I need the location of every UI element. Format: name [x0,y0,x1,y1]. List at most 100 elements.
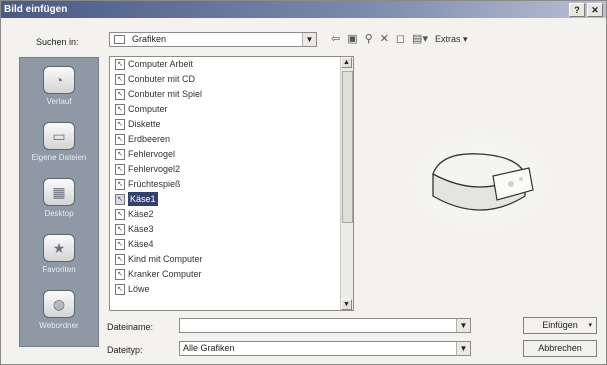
file-label: Erdbeeren [128,134,171,144]
my-documents-icon: ▭ [43,122,75,150]
history-icon: ◔ [43,66,75,94]
cancel-button[interactable]: Abbrechen [523,340,597,357]
file-label: Fehlervogel2 [128,164,181,174]
scroll-thumb[interactable] [342,71,353,223]
places-item-web-folders[interactable]: ◍ Webordner [20,290,98,330]
file-item[interactable]: ↖ Conbuter mit CD [115,72,195,86]
file-item[interactable]: ↖ Erdbeeren [115,132,170,146]
extras-label: Extras [434,33,461,44]
vertical-scrollbar[interactable]: ▲ ▼ [340,57,353,310]
desktop-icon: ▦ [43,178,75,206]
places-item-my-documents[interactable]: ▭ Eigene Dateien [20,122,98,162]
file-label: Käse3 [128,224,154,234]
file-item[interactable]: ↖ Käse2 [115,207,154,221]
file-label: Kranker Computer [128,269,202,279]
file-item[interactable]: ↖ Käse4 [115,237,154,251]
places-item-history[interactable]: ◔ Verlauf [20,66,98,106]
chevron-down-icon[interactable]: ▾ [588,318,592,333]
file-label: Käse2 [128,209,154,219]
file-label: Conbuter mit Spiel [128,89,203,99]
file-label: Computer Arbeit [128,59,194,69]
file-item[interactable]: ↖ Computer [115,102,168,116]
insert-label: Einfügen [542,320,578,330]
insert-button[interactable]: Einfügen ▾ [523,317,597,334]
file-list[interactable]: ↖ Computer Arbeit ↖ Conbuter mit CD ↖ Conbu… [109,56,354,311]
file-item[interactable]: ↖ Fehlervogel2 [115,162,180,176]
file-icon: ↖ [115,238,125,250]
file-icon: ↖ [115,193,125,205]
file-item[interactable]: ↖ Kranker Computer [115,267,202,281]
file-item[interactable]: ↖ Früchtespieß [115,177,181,191]
window-title: Bild einfügen [4,4,68,15]
file-label: Fehlervogel [128,149,176,159]
file-item[interactable]: ↖ Diskette [115,117,161,131]
file-icon: ↖ [115,118,125,130]
filetype-label: Dateityp: [107,345,143,355]
file-icon: ↖ [115,148,125,160]
favorites-icon: ★ [43,234,75,262]
place-label: Favoriten [42,265,76,274]
place-label: Webordner [39,321,79,330]
places-item-desktop[interactable]: ▦ Desktop [20,178,98,218]
places-item-favorites[interactable]: ★ Favoriten [20,234,98,274]
chevron-down-icon[interactable]: ▼ [302,33,316,46]
file-item[interactable]: ↖ Fehlervogel [115,147,175,161]
chevron-down-icon[interactable]: ▼ [456,319,470,332]
file-label: Conbuter mit CD [128,74,196,84]
file-label: Früchtespieß [128,179,181,189]
file-item[interactable]: ↖ Käse3 [115,222,154,236]
file-item[interactable]: ↖ Computer Arbeit [115,57,193,71]
file-label: Käse1 [128,192,158,206]
delete-icon[interactable]: ✕ [380,31,389,47]
file-label: Kind mit Computer [128,254,203,264]
file-icon: ↖ [115,268,125,280]
place-label: Eigene Dateien [31,153,87,162]
chevron-down-icon[interactable]: ▼ [456,342,470,355]
extras-menu[interactable]: Extras ▾ [435,34,468,45]
file-item[interactable]: ↖ Kind mit Computer [115,252,203,266]
look-in-label: Suchen in: [36,37,79,47]
file-item-selected[interactable]: ↖ Käse1 [115,192,158,206]
up-folder-icon[interactable]: ▣ [347,31,357,47]
file-item[interactable]: ↖ Löwe [115,282,150,296]
filetype-dropdown[interactable]: Alle Grafiken ▼ [179,341,471,356]
folder-icon [114,35,125,44]
file-label: Diskette [128,119,161,129]
filename-label: Dateiname: [107,322,154,332]
file-icon: ↖ [115,88,125,100]
file-item[interactable]: ↖ Conbuter mit Spiel [115,87,202,101]
place-label: Desktop [44,209,74,218]
file-icon: ↖ [115,283,125,295]
scroll-up-icon[interactable]: ▲ [341,57,352,68]
cheese-hole [508,181,514,187]
new-folder-icon[interactable]: ◻ [396,31,405,47]
search-web-icon[interactable]: ⚲ [365,31,373,47]
file-icon: ↖ [115,178,125,190]
file-icon: ↖ [115,58,125,70]
cheese-preview-image [403,125,559,237]
toolbar: ⇦ ▣ ⚲ ✕ ◻ ▤▾ Extras ▾ [331,31,468,47]
file-icon: ↖ [115,223,125,235]
preview-pane [361,56,601,311]
web-folders-icon: ◍ [43,290,75,318]
filename-input[interactable]: ▼ [179,318,471,333]
help-button[interactable]: ? [569,3,585,17]
look-in-value: Grafiken [132,34,167,44]
file-label: Computer [128,104,168,114]
scroll-down-icon[interactable]: ▼ [341,299,352,310]
look-in-dropdown[interactable]: Grafiken ▼ [109,32,317,47]
place-label: Verlauf [46,97,72,106]
file-icon: ↖ [115,208,125,220]
filetype-value: Alle Grafiken [183,343,235,353]
close-button[interactable]: ✕ [587,3,603,17]
file-label: Löwe [128,284,150,294]
places-bar: ◔ Verlauf ▭ Eigene Dateien ▦ Desktop ★ F… [19,57,99,347]
back-arrow-icon[interactable]: ⇦ [331,31,340,47]
views-icon[interactable]: ▤▾ [412,31,428,47]
file-icon: ↖ [115,133,125,145]
file-icon: ↖ [115,73,125,85]
insert-picture-dialog: Bild einfügen ? ✕ Suchen in: Grafiken ▼ … [0,0,607,365]
file-icon: ↖ [115,163,125,175]
cheese-hole [519,177,523,181]
file-label: Käse4 [128,239,154,249]
